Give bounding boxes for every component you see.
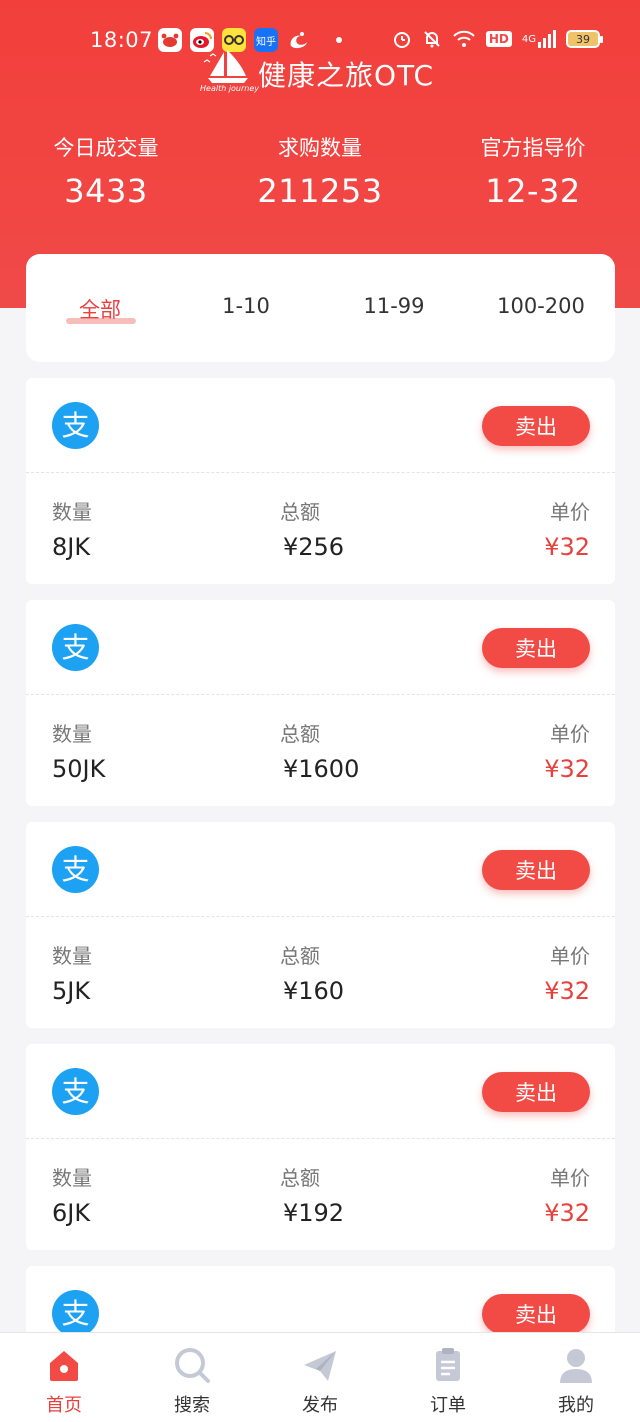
total-value: ¥192 bbox=[283, 1199, 345, 1227]
price-value: ¥32 bbox=[544, 755, 590, 783]
alarm-icon bbox=[392, 28, 412, 50]
nav-orders[interactable]: 订单 bbox=[384, 1333, 512, 1422]
sell-button[interactable]: 卖出 bbox=[482, 1294, 590, 1334]
total-label: 总额 bbox=[280, 1166, 320, 1190]
send-icon bbox=[300, 1345, 340, 1385]
svg-text:支: 支 bbox=[61, 1075, 89, 1108]
stat-buy-quantity: 求购数量 211253 bbox=[220, 132, 420, 210]
total-label: 总额 bbox=[280, 944, 320, 968]
signal-icon: 4G bbox=[522, 28, 556, 50]
listing-card: 支 卖出 数量 总额 单价 50JK ¥1600 ¥32 bbox=[26, 600, 615, 806]
sailboat-logo-icon: Health journey bbox=[200, 48, 260, 94]
stat-value: 12-32 bbox=[485, 172, 581, 210]
alipay-icon: 支 bbox=[52, 1290, 99, 1337]
nav-label: 订单 bbox=[430, 1395, 466, 1416]
nav-label: 发布 bbox=[302, 1395, 338, 1416]
listing-card-header: 支 卖出 bbox=[26, 1044, 615, 1139]
brand: Health journey 健康之旅OTC bbox=[200, 48, 434, 94]
alipay-icon: 支 bbox=[52, 1068, 99, 1115]
notification-dot-icon bbox=[336, 37, 342, 43]
nav-profile[interactable]: 我的 bbox=[512, 1333, 640, 1422]
order-icon bbox=[428, 1345, 468, 1385]
nav-label: 搜索 bbox=[174, 1395, 210, 1416]
price-value: ¥32 bbox=[544, 533, 590, 561]
price-value: ¥32 bbox=[544, 1199, 590, 1227]
listing-card-header: 支 卖出 bbox=[26, 600, 615, 695]
user-icon bbox=[556, 1345, 596, 1385]
alipay-icon: 支 bbox=[52, 402, 99, 449]
sell-button[interactable]: 卖出 bbox=[482, 628, 590, 668]
tab-11-99[interactable]: 11-99 bbox=[334, 294, 454, 318]
listing-card: 支 卖出 数量 总额 单价 6JK ¥192 ¥32 bbox=[26, 1044, 615, 1250]
home-icon bbox=[44, 1345, 84, 1385]
quantity-label: 数量 bbox=[52, 500, 92, 524]
mute-bell-icon bbox=[422, 28, 442, 50]
total-label: 总额 bbox=[280, 722, 320, 746]
listing-card-header: 支 卖出 bbox=[26, 378, 615, 473]
nav-label: 首页 bbox=[46, 1395, 82, 1416]
quantity-value: 50JK bbox=[52, 755, 106, 783]
nav-label: 我的 bbox=[558, 1395, 594, 1416]
stat-label: 求购数量 bbox=[278, 136, 362, 160]
search-icon bbox=[172, 1345, 212, 1385]
quantity-filter-tabs: 全部 1-10 11-99 100-200 bbox=[26, 254, 615, 362]
stat-guide-price: 官方指导价 12-32 bbox=[433, 132, 633, 210]
total-value: ¥160 bbox=[283, 977, 345, 1005]
svg-text:支: 支 bbox=[61, 409, 89, 442]
price-value: ¥32 bbox=[544, 977, 590, 1005]
brand-logo-subtitle: Health journey bbox=[200, 84, 260, 93]
listing-card-header: 支 卖出 bbox=[26, 822, 615, 917]
app-title: 健康之旅OTC bbox=[258, 59, 435, 92]
nav-search[interactable]: 搜索 bbox=[128, 1333, 256, 1422]
nav-publish[interactable]: 发布 bbox=[256, 1333, 384, 1422]
quantity-label: 数量 bbox=[52, 722, 92, 746]
quantity-value: 6JK bbox=[52, 1199, 91, 1227]
price-label: 单价 bbox=[550, 1166, 590, 1190]
battery-icon: 39 bbox=[566, 30, 603, 48]
bottom-navigation: 首页 搜索 发布 订单 我的 bbox=[0, 1332, 640, 1422]
active-tab-indicator bbox=[66, 318, 136, 324]
crab-app-icon bbox=[158, 28, 182, 52]
listing-card: 支 卖出 数量 总额 单价 8JK ¥256 ¥32 bbox=[26, 378, 615, 584]
quantity-value: 8JK bbox=[52, 533, 91, 561]
stat-label: 官方指导价 bbox=[480, 136, 586, 160]
svg-text:支: 支 bbox=[61, 853, 89, 886]
nav-home[interactable]: 首页 bbox=[0, 1333, 128, 1422]
svg-text:支: 支 bbox=[61, 631, 89, 664]
status-time: 18:07 bbox=[90, 28, 154, 52]
total-value: ¥256 bbox=[283, 533, 345, 561]
sell-button[interactable]: 卖出 bbox=[482, 850, 590, 890]
listing-card: 支 卖出 数量 总额 单价 5JK ¥160 ¥32 bbox=[26, 822, 615, 1028]
stat-value: 211253 bbox=[257, 172, 383, 210]
tab-1-10[interactable]: 1-10 bbox=[186, 294, 306, 318]
stat-today-volume: 今日成交量 3433 bbox=[6, 132, 206, 210]
hd-icon: HD bbox=[485, 28, 512, 50]
total-value: ¥1600 bbox=[283, 755, 360, 783]
total-label: 总额 bbox=[280, 500, 320, 524]
price-label: 单价 bbox=[550, 944, 590, 968]
quantity-label: 数量 bbox=[52, 944, 92, 968]
stat-value: 3433 bbox=[64, 172, 148, 210]
tab-100-200[interactable]: 100-200 bbox=[481, 294, 601, 318]
sell-button[interactable]: 卖出 bbox=[482, 406, 590, 446]
alipay-icon: 支 bbox=[52, 624, 99, 671]
stat-label: 今日成交量 bbox=[53, 136, 159, 160]
quantity-label: 数量 bbox=[52, 1166, 92, 1190]
status-indicators: HD 4G 39 bbox=[392, 28, 603, 50]
sell-button[interactable]: 卖出 bbox=[482, 1072, 590, 1112]
alipay-icon: 支 bbox=[52, 846, 99, 893]
quantity-value: 5JK bbox=[52, 977, 91, 1005]
price-label: 单价 bbox=[550, 722, 590, 746]
wifi-icon bbox=[452, 28, 476, 50]
price-label: 单价 bbox=[550, 500, 590, 524]
svg-text:支: 支 bbox=[61, 1297, 89, 1330]
